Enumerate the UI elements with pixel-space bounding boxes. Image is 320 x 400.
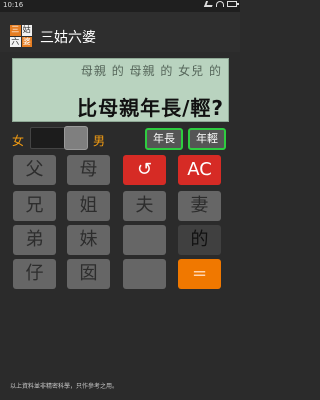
key-mother[interactable]: 母	[67, 155, 110, 185]
key-husband[interactable]: 夫	[123, 191, 166, 221]
younger-button[interactable]: 年輕	[188, 128, 226, 150]
signal-icon	[203, 1, 215, 7]
older-button[interactable]: 年長	[145, 128, 183, 150]
gender-toggle-thumb[interactable]	[64, 126, 88, 150]
undo-button[interactable]: ↺	[123, 155, 166, 185]
key-of[interactable]: 的	[178, 225, 221, 255]
disclaimer: 以上資料並非精密科學，只作參考之用。	[10, 383, 119, 390]
female-label: 女	[12, 134, 25, 148]
result-display: 母親 的 母親 的 女兒 的 比母親年長/輕?	[12, 58, 229, 122]
app-bar: 三 姑 六 婆 三姑六婆	[0, 12, 240, 52]
logo-char: 六	[10, 36, 21, 47]
status-icons	[203, 1, 239, 7]
app-logo: 三 姑 六 婆	[10, 25, 32, 47]
app-title: 三姑六婆	[40, 30, 96, 46]
display-question: 比母親年長/輕?	[77, 96, 224, 120]
key-younger-sister[interactable]: 妹	[67, 225, 110, 255]
key-elder-brother[interactable]: 兄	[13, 191, 56, 221]
key-wife[interactable]: 妻	[178, 191, 221, 221]
battery-icon	[227, 1, 239, 7]
key-blank	[123, 259, 166, 289]
relation-chain: 母親 的 母親 的 女兒 的	[80, 64, 222, 78]
key-blank	[123, 225, 166, 255]
status-bar: 10:16	[0, 0, 240, 12]
logo-char: 三	[10, 25, 21, 36]
logo-char: 婆	[21, 36, 32, 47]
key-father[interactable]: 父	[13, 155, 56, 185]
key-daughter[interactable]: 囡	[67, 259, 110, 289]
all-clear-button[interactable]: AC	[178, 155, 221, 185]
male-label: 男	[93, 134, 106, 148]
wifi-icon	[216, 1, 224, 7]
key-son[interactable]: 仔	[13, 259, 56, 289]
status-time: 10:16	[3, 1, 24, 9]
equals-button[interactable]: =	[178, 259, 221, 289]
key-younger-brother[interactable]: 弟	[13, 225, 56, 255]
logo-char: 姑	[21, 25, 32, 36]
key-elder-sister[interactable]: 姐	[67, 191, 110, 221]
